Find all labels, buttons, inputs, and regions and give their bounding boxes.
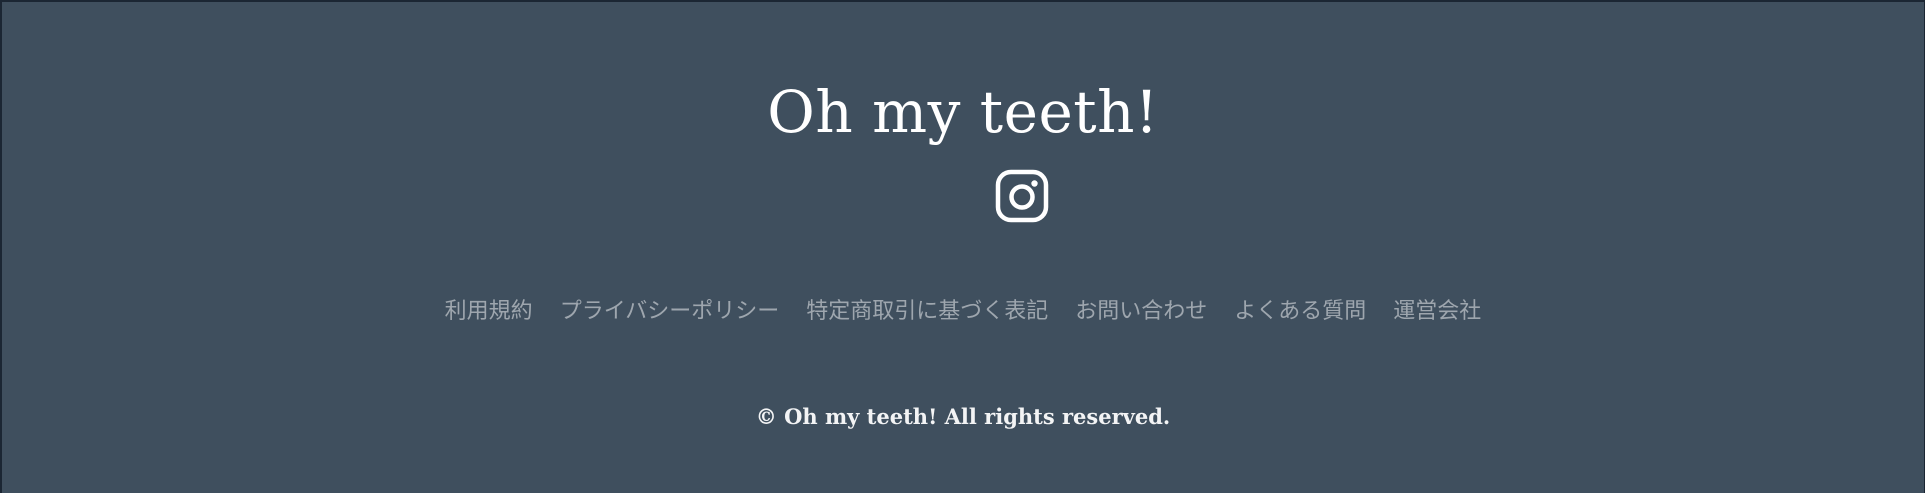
copyright-text: © Oh my teeth! All rights reserved. [755, 404, 1171, 429]
footer-link-faq[interactable]: よくある質問 [1234, 294, 1366, 330]
instagram-icon [995, 169, 1049, 223]
footer-link-contact[interactable]: お問い合わせ [1075, 294, 1207, 330]
footer-nav: 利用規約 プライバシーポリシー 特定商取引に基づく表記 お問い合わせ よくある質… [2, 294, 1924, 330]
footer-brand-logo[interactable]: Oh my teeth! [2, 72, 1924, 152]
footer-link-terms[interactable]: 利用規約 [445, 294, 533, 330]
footer-link-company[interactable]: 運営会社 [1393, 294, 1481, 330]
instagram-link[interactable] [994, 168, 1050, 224]
footer-link-commercial-transactions[interactable]: 特定商取引に基づく表記 [806, 294, 1048, 330]
footer-link-privacy-policy[interactable]: プライバシーポリシー [560, 294, 780, 330]
site-footer: Oh my teeth! 利用規約 プライバシーポリシー 特定商取引に基づく表記… [0, 0, 1925, 493]
